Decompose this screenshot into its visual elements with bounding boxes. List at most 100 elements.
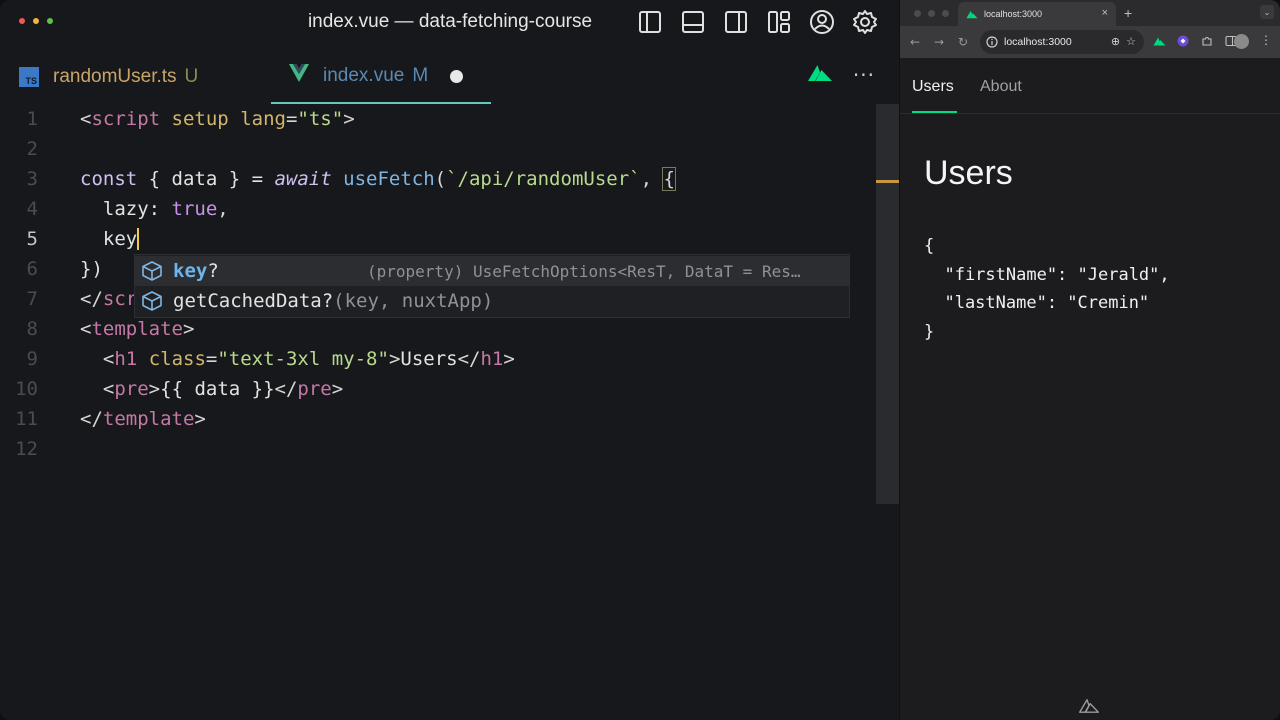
tab-search-chevron-icon[interactable]: ⌄	[1260, 5, 1274, 19]
text-cursor	[137, 228, 140, 251]
nuxt-devtools-toggle-icon[interactable]	[1078, 698, 1100, 717]
extensions-area	[1152, 34, 1238, 48]
property-cube-icon	[141, 260, 163, 282]
browser-tab-strip: localhost:3000 × + ⌄	[900, 0, 1280, 26]
window-controls	[19, 18, 53, 24]
zoom-window-button[interactable]	[47, 18, 53, 24]
line-text: lazy: true,	[80, 198, 229, 220]
suggestion-item-getcacheddata[interactable]: getCachedData? (key, nuxtApp)	[135, 286, 849, 316]
autocomplete-widget: key? (property) UseFetchOptions<ResT, Da…	[134, 254, 850, 318]
browser-toolbar: ← → ↻ localhost:3000 ⊕ ☆ ⋮	[900, 26, 1280, 58]
line-text: const { data } = await useFetch(`/api/ra…	[80, 167, 676, 191]
line-number: 12	[15, 438, 38, 460]
minimize-window-button[interactable]	[33, 18, 39, 24]
typescript-file-icon: TS	[19, 67, 39, 87]
active-nav-indicator	[912, 111, 957, 113]
tab-filename: randomUser.ts	[53, 66, 177, 87]
editor-scrollbar[interactable]	[876, 104, 899, 504]
browser-tab[interactable]: localhost:3000 ×	[958, 2, 1116, 26]
toggle-panel-icon[interactable]	[679, 8, 707, 36]
tab-git-status: U	[184, 66, 199, 87]
unsaved-changes-dot[interactable]	[450, 69, 464, 83]
json-output: { "firstName": "Jerald", "lastName": "Cr…	[924, 236, 1170, 342]
zoom-window-button[interactable]	[942, 10, 949, 17]
code-line: 8 <template>	[0, 314, 876, 344]
customize-layout-icon[interactable]	[765, 8, 793, 36]
omnibox-actions: ⊕ ☆	[1111, 35, 1136, 48]
line-number: 11	[15, 408, 38, 430]
nav-link-users[interactable]: Users	[912, 78, 954, 96]
url-text: localhost:3000	[1004, 36, 1072, 48]
suggestion-detail: (property) UseFetchOptions<ResT, DataT =…	[367, 261, 801, 281]
address-bar[interactable]: localhost:3000 ⊕ ☆	[980, 30, 1144, 54]
code-line: 4 lazy: true,	[0, 194, 876, 224]
minimize-window-button[interactable]	[928, 10, 935, 17]
browser-window-controls	[914, 10, 949, 17]
profile-avatar[interactable]	[1234, 34, 1249, 49]
back-button[interactable]: ←	[910, 35, 920, 49]
vue-file-icon	[289, 64, 309, 88]
toggle-primary-sidebar-icon[interactable]	[636, 8, 664, 36]
line-number: 3	[26, 168, 38, 190]
nav-link-about[interactable]: About	[980, 78, 1022, 96]
line-number: 6	[26, 258, 38, 280]
layout-controls	[636, 8, 879, 36]
line-text: </scr	[80, 288, 138, 310]
code-line: 1 <script setup lang="ts">	[0, 104, 876, 134]
scrollbar-cursor-marker	[876, 180, 899, 183]
nuxt-devtools-icon[interactable]	[807, 64, 833, 86]
code-editor-window: index.vue — data-fetching-course TS rand…	[0, 0, 899, 720]
browser-tab-title: localhost:3000	[984, 9, 1043, 19]
close-tab-icon[interactable]: ×	[1102, 7, 1108, 19]
line-text: <h1 class="text-3xl my-8">Users</h1>	[102, 348, 515, 370]
suggestion-match: key	[173, 260, 208, 282]
code-line-active: 5 key	[0, 224, 876, 254]
page-heading: Users	[924, 154, 1013, 192]
reload-button[interactable]: ↻	[958, 35, 968, 49]
line-number: 4	[26, 198, 38, 220]
code-area[interactable]: 1 <script setup lang="ts"> 2 3 const { d…	[0, 104, 876, 720]
tab-randomuser-ts[interactable]: TS randomUser.ts U	[19, 50, 198, 104]
line-text: <pre>{{ data }}</pre>	[102, 378, 344, 400]
puzzle-extensions-icon[interactable]	[1200, 34, 1214, 48]
property-cube-icon	[141, 290, 163, 312]
bookmark-star-icon[interactable]: ☆	[1126, 35, 1136, 48]
web-page: Users About Users { "firstName": "Jerald…	[900, 58, 1280, 720]
more-actions-icon[interactable]: ···	[853, 65, 875, 85]
site-info-icon[interactable]	[986, 36, 998, 48]
extension-icon[interactable]	[1176, 34, 1190, 48]
tab-filename: index.vue	[323, 65, 405, 86]
line-number: 10	[15, 378, 38, 400]
settings-gear-icon[interactable]	[851, 8, 879, 36]
code-line: 2	[0, 134, 876, 164]
line-number: 9	[26, 348, 38, 370]
tab-git-status: M	[412, 65, 429, 86]
suggestion-params: (key, nuxtApp)	[333, 290, 494, 312]
accounts-icon[interactable]	[808, 8, 836, 36]
code-line: 9 <h1 class="text-3xl my-8">Users</h1>	[0, 344, 876, 374]
suggestion-label: getCachedData?	[173, 290, 334, 312]
new-tab-button[interactable]: +	[1124, 5, 1132, 21]
zoom-icon[interactable]: ⊕	[1111, 35, 1120, 48]
suggestion-label: ?	[207, 260, 219, 282]
code-line: 11 </template>	[0, 404, 876, 434]
browser-window: localhost:3000 × + ⌄ ← → ↻ localhost:300…	[900, 0, 1280, 720]
close-window-button[interactable]	[914, 10, 921, 17]
editor-titlebar: index.vue — data-fetching-course	[0, 0, 899, 46]
nuxt-favicon-icon	[966, 10, 978, 19]
nuxt-extension-icon[interactable]	[1152, 34, 1166, 48]
forward-button[interactable]: →	[934, 35, 944, 49]
browser-menu-icon[interactable]: ⋮	[1260, 33, 1272, 47]
code-line: 10 <pre>{{ data }}</pre>	[0, 374, 876, 404]
tab-index-vue[interactable]: index.vue M	[271, 50, 491, 104]
toggle-secondary-sidebar-icon[interactable]	[722, 8, 750, 36]
close-window-button[interactable]	[19, 18, 25, 24]
suggestion-item-key[interactable]: key? (property) UseFetchOptions<ResT, Da…	[135, 256, 849, 286]
line-text: key	[80, 227, 140, 251]
line-text: <template>	[80, 318, 195, 340]
line-text: <script setup lang="ts">	[80, 108, 355, 130]
line-text: </template>	[80, 408, 206, 430]
line-number: 8	[26, 318, 38, 340]
code-line: 3 const { data } = await useFetch(`/api/…	[0, 164, 876, 194]
line-number: 1	[26, 108, 38, 130]
